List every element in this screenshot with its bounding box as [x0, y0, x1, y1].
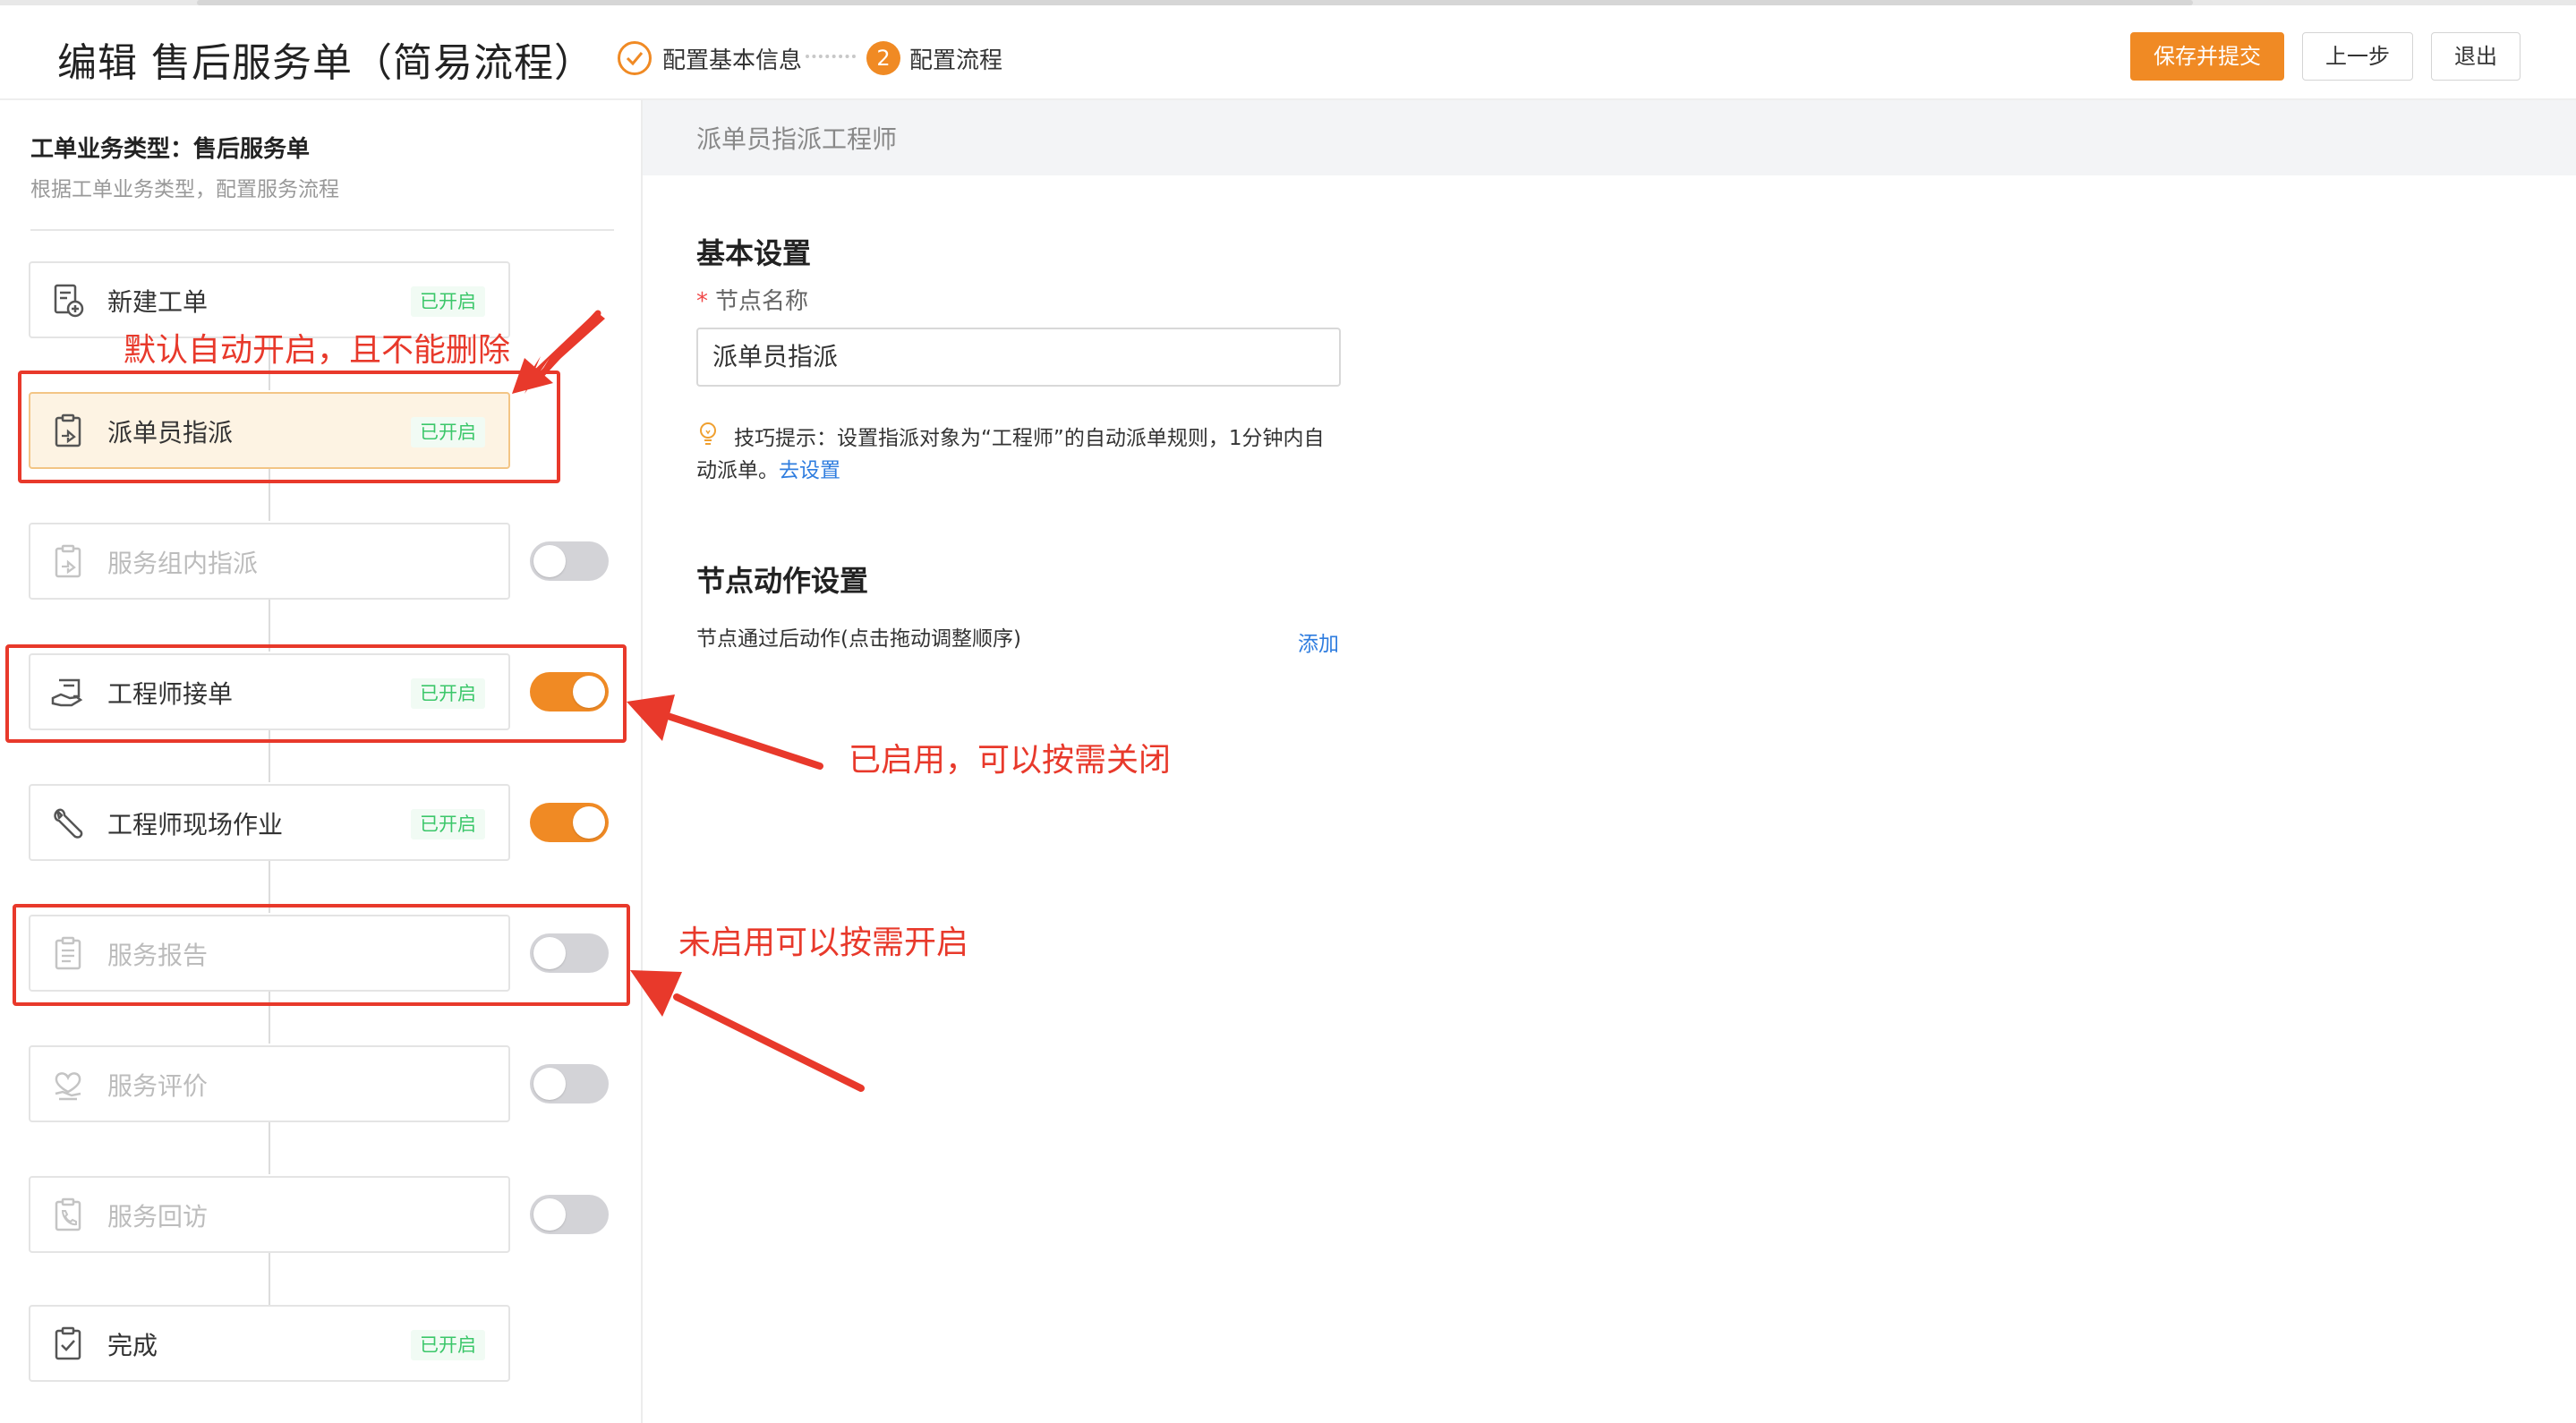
annotation-arrows	[512, 310, 865, 1092]
